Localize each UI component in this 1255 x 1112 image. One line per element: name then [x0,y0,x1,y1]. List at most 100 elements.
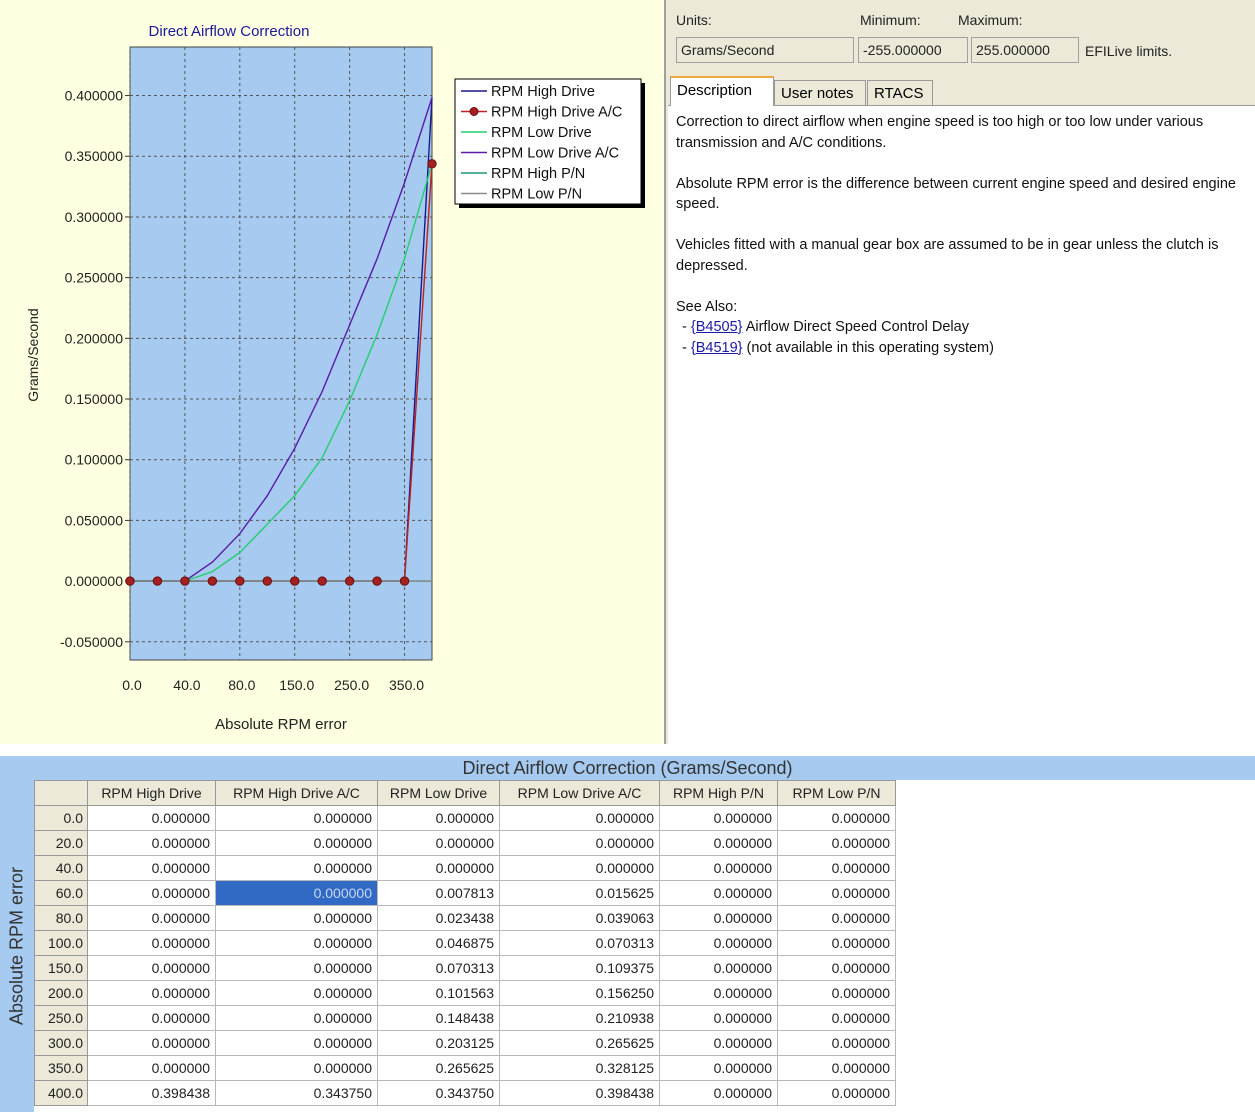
row-header[interactable]: 200.0 [34,980,88,1006]
row-header[interactable]: 350.0 [34,1055,88,1081]
table-cell[interactable]: 0.000000 [499,830,660,856]
table-cell[interactable]: 0.000000 [777,980,896,1006]
table-cell[interactable]: 0.000000 [777,955,896,981]
table-cell[interactable]: 0.000000 [777,1005,896,1031]
row-header[interactable]: 40.0 [34,855,88,881]
table-cell[interactable]: 0.000000 [215,855,378,881]
table-cell[interactable]: 0.000000 [215,955,378,981]
table-cell[interactable]: 0.101563 [377,980,500,1006]
tab-description[interactable]: Description [670,76,774,106]
table-cell[interactable]: 0.000000 [659,855,778,881]
table-cell[interactable]: 0.000000 [777,855,896,881]
table-cell[interactable]: 0.000000 [215,880,378,906]
minimum-field[interactable]: -255.000000 [858,37,968,63]
table-cell[interactable]: 0.000000 [215,1030,378,1056]
maximum-field[interactable]: 255.000000 [971,37,1079,63]
tab-user-notes[interactable]: User notes [774,80,866,106]
table-cell[interactable]: 0.000000 [215,830,378,856]
table-cell[interactable]: 0.000000 [87,980,216,1006]
table-cell[interactable]: 0.007813 [377,880,500,906]
link-b4505[interactable]: {B4505} [691,319,743,335]
table-cell[interactable]: 0.000000 [87,1055,216,1081]
column-header[interactable]: RPM High Drive [87,780,216,806]
table-cell[interactable]: 0.000000 [377,830,500,856]
table-cell[interactable]: 0.000000 [87,805,216,831]
table-cell[interactable]: 0.000000 [215,930,378,956]
table-cell[interactable]: 0.265625 [377,1055,500,1081]
row-header[interactable]: 20.0 [34,830,88,856]
row-header[interactable]: 60.0 [34,880,88,906]
table-cell[interactable]: 0.000000 [215,805,378,831]
tab-rtacs[interactable]: RTACS [867,80,933,106]
table-cell[interactable]: 0.398438 [499,1080,660,1106]
table-cell[interactable]: 0.000000 [777,905,896,931]
table-cell[interactable]: 0.023438 [377,905,500,931]
table-cell[interactable]: 0.343750 [215,1080,378,1106]
table-cell[interactable]: 0.343750 [377,1080,500,1106]
column-header[interactable]: RPM Low P/N [777,780,896,806]
table-cell[interactable]: 0.070313 [499,930,660,956]
table-cell[interactable]: 0.000000 [659,1030,778,1056]
table-cell[interactable]: 0.000000 [777,1030,896,1056]
row-header[interactable]: 100.0 [34,930,88,956]
table-cell[interactable]: 0.000000 [777,805,896,831]
link-b4519[interactable]: {B4519} [691,340,743,356]
table-cell[interactable]: 0.000000 [777,1080,896,1106]
table-cell[interactable]: 0.046875 [377,930,500,956]
table-cell[interactable]: 0.000000 [215,905,378,931]
column-header[interactable]: RPM High Drive A/C [215,780,378,806]
column-header[interactable]: RPM Low Drive A/C [499,780,660,806]
table-cell[interactable]: 0.000000 [215,980,378,1006]
row-header[interactable]: 300.0 [34,1030,88,1056]
table-cell[interactable]: 0.000000 [659,980,778,1006]
table-cell[interactable]: 0.000000 [659,1080,778,1106]
table-cell[interactable]: 0.000000 [499,805,660,831]
table-cell[interactable]: 0.000000 [87,1005,216,1031]
table-cell[interactable]: 0.203125 [377,1030,500,1056]
table-cell[interactable]: 0.000000 [499,855,660,881]
row-header[interactable]: 250.0 [34,1005,88,1031]
table-cell[interactable]: 0.210938 [499,1005,660,1031]
table-cell[interactable]: 0.156250 [499,980,660,1006]
table-cell[interactable]: 0.000000 [777,830,896,856]
table-cell[interactable]: 0.000000 [215,1055,378,1081]
table-cell[interactable]: 0.000000 [659,1005,778,1031]
table-cell[interactable]: 0.265625 [499,1030,660,1056]
table-cell[interactable]: 0.000000 [659,930,778,956]
table-cell[interactable]: 0.000000 [777,1055,896,1081]
table-cell[interactable]: 0.000000 [87,955,216,981]
table-cell[interactable]: 0.109375 [499,955,660,981]
table-cell[interactable]: 0.070313 [377,955,500,981]
table-cell[interactable]: 0.398438 [87,1080,216,1106]
table-cell[interactable]: 0.000000 [659,805,778,831]
table-cell[interactable]: 0.000000 [87,830,216,856]
table-cell[interactable]: 0.039063 [499,905,660,931]
x-tick-label: 80.0 [228,677,255,693]
row-header[interactable]: 80.0 [34,905,88,931]
table-cell[interactable]: 0.000000 [777,880,896,906]
column-header[interactable]: RPM Low Drive [377,780,500,806]
row-header[interactable]: 150.0 [34,955,88,981]
row-header[interactable]: 400.0 [34,1080,88,1106]
table-cell[interactable]: 0.015625 [499,880,660,906]
row-header[interactable]: 0.0 [34,805,88,831]
table-cell[interactable]: 0.000000 [87,930,216,956]
table-cell[interactable]: 0.000000 [377,805,500,831]
corner-cell[interactable] [34,780,88,806]
table-cell[interactable]: 0.000000 [659,830,778,856]
table-cell[interactable]: 0.000000 [87,1030,216,1056]
table-cell[interactable]: 0.328125 [499,1055,660,1081]
table-cell[interactable]: 0.000000 [87,880,216,906]
table-cell[interactable]: 0.000000 [87,855,216,881]
table-cell[interactable]: 0.000000 [777,930,896,956]
units-field[interactable]: Grams/Second [676,37,854,63]
table-cell[interactable]: 0.000000 [377,855,500,881]
table-cell[interactable]: 0.148438 [377,1005,500,1031]
table-cell[interactable]: 0.000000 [659,1055,778,1081]
table-cell[interactable]: 0.000000 [659,955,778,981]
table-cell[interactable]: 0.000000 [87,905,216,931]
column-header[interactable]: RPM High P/N [659,780,778,806]
table-cell[interactable]: 0.000000 [659,880,778,906]
table-cell[interactable]: 0.000000 [659,905,778,931]
table-cell[interactable]: 0.000000 [215,1005,378,1031]
